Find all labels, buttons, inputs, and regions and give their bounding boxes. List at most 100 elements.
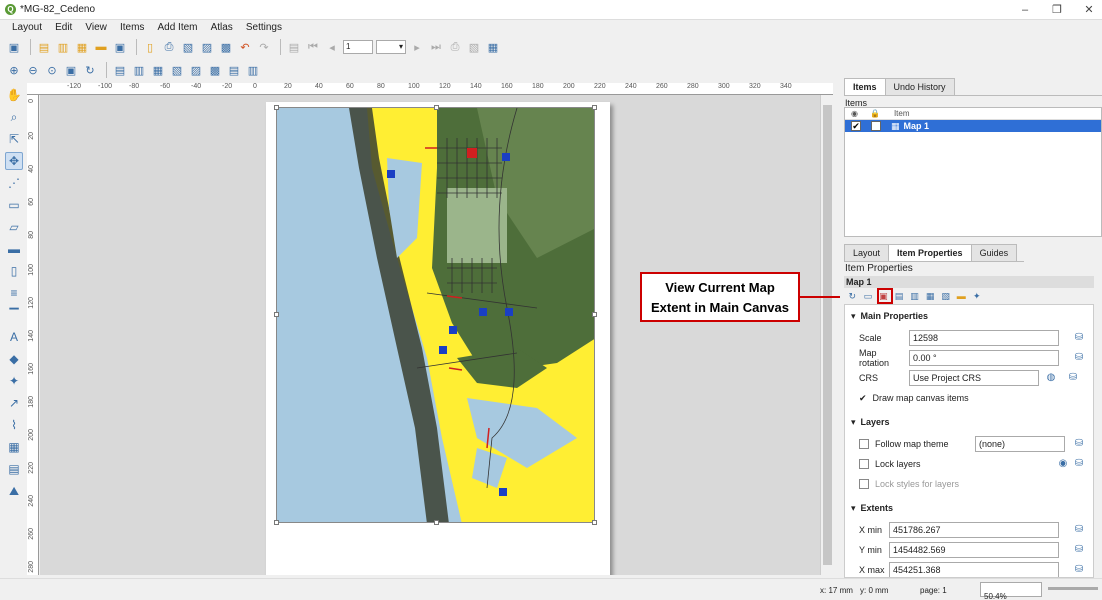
- move-item-content-icon[interactable]: ✥: [5, 152, 23, 170]
- layout-canvas[interactable]: [40, 95, 820, 575]
- refresh-icon[interactable]: ↻: [82, 62, 98, 78]
- clipping-icon[interactable]: ▬: [955, 288, 968, 304]
- duplicate-layout-icon[interactable]: ▥: [55, 39, 71, 55]
- tab-undo-history[interactable]: Undo History: [884, 78, 955, 95]
- add-legend-icon[interactable]: ≡: [5, 284, 23, 302]
- open-folder-icon[interactable]: ▬: [93, 39, 109, 55]
- visibility-checkbox[interactable]: ✔: [851, 121, 861, 131]
- selection-handle[interactable]: [434, 520, 439, 525]
- menu-items[interactable]: Items: [120, 20, 144, 36]
- unlock-items-icon[interactable]: ▥: [131, 62, 147, 78]
- tab-layout[interactable]: Layout: [844, 244, 890, 261]
- data-defined-icon[interactable]: ⛁: [1071, 543, 1087, 557]
- maximize-button[interactable]: ❐: [1046, 2, 1068, 18]
- export-image-icon[interactable]: ▧: [180, 39, 196, 55]
- new-layout-icon[interactable]: ▤: [36, 39, 52, 55]
- minimize-button[interactable]: –: [1014, 2, 1036, 18]
- crs-select-icon[interactable]: ◍: [1043, 371, 1059, 385]
- theme-select[interactable]: (none): [975, 436, 1065, 452]
- pan-hand-icon[interactable]: ✋: [5, 86, 23, 104]
- page-icon[interactable]: ▯: [142, 39, 158, 55]
- bookmarks-icon[interactable]: ▥: [908, 288, 921, 304]
- zoom-slider[interactable]: [1048, 587, 1098, 590]
- items-list[interactable]: ◉ 🔒 Item ✔ ▦ Map 1: [844, 107, 1102, 237]
- menu-edit[interactable]: Edit: [55, 20, 72, 36]
- group-items-icon[interactable]: ▦: [150, 62, 166, 78]
- atlas-page-spinbox[interactable]: 1: [343, 40, 373, 54]
- print-atlas-icon[interactable]: ⎙: [447, 39, 463, 55]
- menu-atlas[interactable]: Atlas: [211, 20, 233, 36]
- add-picture-icon[interactable]: ▬: [5, 240, 23, 258]
- ymin-input[interactable]: 1454482.569: [889, 542, 1059, 558]
- zoom-full-icon[interactable]: ⊙: [44, 62, 60, 78]
- lock-styles-checkbox[interactable]: [859, 479, 869, 489]
- zoom-combo[interactable]: 50.4%: [980, 582, 1042, 600]
- selection-handle[interactable]: [274, 520, 279, 525]
- close-button[interactable]: ✕: [1078, 2, 1100, 18]
- add-arrow-icon[interactable]: ↗: [5, 394, 23, 412]
- edit-nodes-icon[interactable]: ⋰: [5, 174, 23, 192]
- xmin-input[interactable]: 451786.267: [889, 522, 1059, 538]
- add-map-icon[interactable]: ▭: [5, 196, 23, 214]
- follow-theme-checkbox[interactable]: [859, 439, 869, 449]
- select-move-icon[interactable]: ⇱: [5, 130, 23, 148]
- lock-checkbox[interactable]: [871, 121, 881, 131]
- first-feature-icon[interactable]: ⏮: [305, 39, 321, 55]
- menu-view[interactable]: View: [85, 20, 107, 36]
- scrollbar-thumb[interactable]: [823, 105, 832, 565]
- add-polyline-icon[interactable]: ⌇: [5, 416, 23, 434]
- vertical-ruler[interactable]: 0 20 40 60 80 100 120 140 160 180 200 220 240 260 280: [27, 95, 39, 575]
- ungroup-items-icon[interactable]: ▧: [169, 62, 185, 78]
- main-properties-header[interactable]: ▾ Main Properties: [851, 309, 928, 323]
- list-item[interactable]: ✔ ▦ Map 1: [845, 120, 1101, 132]
- undo-icon[interactable]: ↶: [237, 39, 253, 55]
- add-marker-icon[interactable]: ✦: [5, 372, 23, 390]
- selection-handle[interactable]: [434, 105, 439, 110]
- menu-settings[interactable]: Settings: [246, 20, 282, 36]
- layers-header[interactable]: ▾ Layers: [851, 415, 890, 429]
- distribute-items-icon[interactable]: ▤: [226, 62, 242, 78]
- more-options-icon[interactable]: ✦: [971, 288, 984, 304]
- add-3d-map-icon[interactable]: ▱: [5, 218, 23, 236]
- label-settings-icon[interactable]: ▧: [939, 288, 952, 304]
- horizontal-ruler[interactable]: -120 -100 -80 -60 -40 -20 0 20 40 60 80 100 120 140 16…: [27, 83, 833, 95]
- last-feature-icon[interactable]: ⏭: [428, 39, 444, 55]
- data-defined-icon[interactable]: ⛁: [1071, 523, 1087, 537]
- lock-items-icon[interactable]: ▤: [112, 62, 128, 78]
- lock-layers-checkbox[interactable]: [859, 459, 869, 469]
- print-icon[interactable]: ⎙: [161, 39, 177, 55]
- atlas-preview-icon[interactable]: ▦: [485, 39, 501, 55]
- scale-input[interactable]: 12598: [909, 330, 1059, 346]
- atlas-settings-icon[interactable]: ▤: [286, 39, 302, 55]
- selection-handle[interactable]: [592, 105, 597, 110]
- canvas-vertical-scrollbar[interactable]: [820, 95, 833, 575]
- zoom-out-icon[interactable]: ⊖: [25, 62, 41, 78]
- layout-page[interactable]: [266, 102, 610, 575]
- layout-manager-icon[interactable]: ▦: [74, 39, 90, 55]
- add-fixed-table-icon[interactable]: ▤: [5, 460, 23, 478]
- menu-add-item[interactable]: Add Item: [157, 20, 197, 36]
- zoom-tool-icon[interactable]: ⌕: [5, 108, 23, 126]
- add-elevation-profile-icon[interactable]: ⛰: [5, 482, 23, 500]
- export-pdf-icon[interactable]: ▩: [218, 39, 234, 55]
- data-defined-icon[interactable]: ⛁: [1071, 457, 1087, 471]
- crs-select[interactable]: Use Project CRS: [909, 370, 1039, 386]
- set-scale-icon[interactable]: ▤: [893, 288, 906, 304]
- tab-items[interactable]: Items: [844, 78, 886, 95]
- selection-handle[interactable]: [592, 312, 597, 317]
- raise-items-icon[interactable]: ▨: [188, 62, 204, 78]
- export-atlas-icon[interactable]: ▧: [466, 39, 482, 55]
- previous-feature-icon[interactable]: ◂: [324, 39, 340, 55]
- interactive-extent-icon[interactable]: ▦: [924, 288, 937, 304]
- map-item[interactable]: [276, 107, 595, 523]
- checkmark-icon[interactable]: ✔: [859, 393, 867, 404]
- data-defined-icon[interactable]: ⛁: [1071, 437, 1087, 451]
- update-preview-icon[interactable]: ↻: [846, 288, 859, 304]
- rotation-input[interactable]: 0.00 °: [909, 350, 1059, 366]
- selection-handle[interactable]: [274, 312, 279, 317]
- redo-icon[interactable]: ↷: [256, 39, 272, 55]
- zoom-in-icon[interactable]: ⊕: [6, 62, 22, 78]
- set-extent-icon[interactable]: ▭: [862, 288, 875, 304]
- next-feature-icon[interactable]: ▸: [409, 39, 425, 55]
- layer-style-icon[interactable]: ◉: [1055, 457, 1071, 471]
